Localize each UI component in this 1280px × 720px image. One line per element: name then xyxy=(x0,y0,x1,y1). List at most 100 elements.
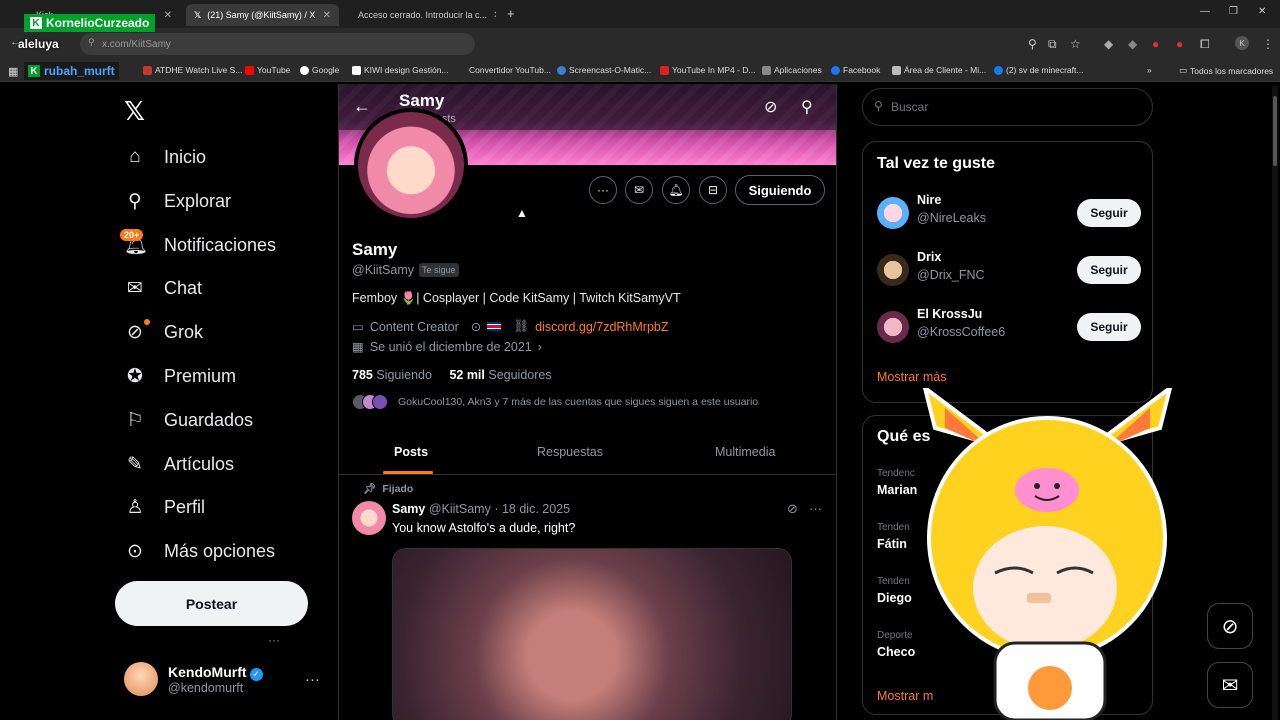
trend-item[interactable]: Tendenc Marian xyxy=(877,468,917,497)
trend-item[interactable]: Tenden Fátin xyxy=(877,522,910,551)
nav-item-chat[interactable]: ✉ Chat xyxy=(124,272,202,304)
vtuber-hat-face xyxy=(1015,468,1079,512)
suggestion-row[interactable]: Nire @NireLeaks Seguir xyxy=(877,193,1141,233)
x-logo-icon[interactable]: 𝕏 xyxy=(124,96,145,127)
minimize-icon[interactable]: — xyxy=(1200,6,1210,17)
grok-floating-button[interactable]: ⊘ xyxy=(1207,603,1253,649)
scrollbar-thumb[interactable] xyxy=(1273,96,1277,166)
profile-avatar[interactable] xyxy=(354,108,468,222)
suggestions-title: Tal vez te guste xyxy=(877,155,995,172)
apps-grid-icon[interactable]: ▦ xyxy=(8,65,18,78)
search-icon[interactable]: ⚲ xyxy=(801,97,813,117)
back-arrow-icon[interactable]: ← xyxy=(353,96,371,117)
bookmark-item[interactable]: YouTube xyxy=(245,65,290,75)
messages-floating-button[interactable]: ✉ xyxy=(1207,662,1253,708)
mail-icon: ✉ xyxy=(127,277,143,299)
account-handle: @kendomurft xyxy=(168,680,244,695)
avatar[interactable]: K xyxy=(1235,36,1249,50)
menu-icon[interactable]: ⋮ xyxy=(1262,37,1274,51)
search-input[interactable]: ⚲ Buscar xyxy=(862,88,1153,126)
post-image[interactable] xyxy=(392,548,792,720)
follow-button[interactable]: Seguir xyxy=(1077,199,1141,227)
following-button[interactable]: Siguiendo xyxy=(735,175,825,205)
nav-item-grok[interactable]: ⊘ Grok xyxy=(124,316,203,348)
nav-item-premium[interactable]: ✪ Premium xyxy=(124,360,236,392)
nav-item-mas-opciones[interactable]: ⊙ Más opciones xyxy=(124,535,275,567)
grok-icon[interactable]: ⊘ xyxy=(764,97,777,117)
more-options-icon[interactable]: ··· xyxy=(305,671,320,688)
bookmark-item[interactable]: Convertidor YouTub... xyxy=(457,65,551,75)
puzzle-icon[interactable]: ⧠ xyxy=(1200,37,1210,52)
profile-handle-row: @KiitSamy Te sigue xyxy=(352,263,459,277)
new-tab-icon[interactable]: + xyxy=(507,6,515,21)
tab-multimedia[interactable]: Multimedia xyxy=(715,445,775,459)
chevron-right-icon[interactable]: » xyxy=(1147,65,1152,75)
trend-item[interactable]: Tenden Diego xyxy=(877,576,912,605)
suggestion-row[interactable]: El KrossJu @KrossCoffee6 Seguir xyxy=(877,307,1141,347)
tab-posts[interactable]: Posts xyxy=(394,445,428,459)
close-icon[interactable]: ✕ xyxy=(164,10,172,21)
post-author[interactable]: Samy xyxy=(392,502,425,516)
extension-icon[interactable]: ● xyxy=(1152,37,1159,51)
more-icon[interactable]: ··· xyxy=(268,633,280,647)
all-bookmarks[interactable]: ▭ Todos los marcadores xyxy=(1179,65,1273,76)
restore-icon[interactable]: ❐ xyxy=(1229,6,1238,17)
bookmark-item[interactable]: KIWI design Gestión... xyxy=(352,65,449,75)
show-more-link[interactable]: Mostrar más xyxy=(877,370,946,384)
vtuber-hat-eye-right xyxy=(1054,483,1060,489)
bookmark-item[interactable]: Screencast-O-Matic... xyxy=(557,65,651,75)
nav-item-explorar[interactable]: ⚲ Explorar xyxy=(124,185,231,217)
following-stat[interactable]: 785 Siguiendo xyxy=(352,368,432,382)
post-date[interactable]: 18 dic. 2025 xyxy=(502,502,570,516)
bookmark-item[interactable]: ATDHE Watch Live S... xyxy=(143,65,242,75)
follow-button[interactable]: Seguir xyxy=(1077,256,1141,284)
nav-item-guardados[interactable]: ⚐ Guardados xyxy=(124,404,253,436)
bookmark-item[interactable]: Google xyxy=(300,65,339,75)
known-followers[interactable]: GokuCool130, Akn3 y 7 más de las cuentas… xyxy=(352,394,758,410)
nav-item-inicio[interactable]: ⌂ Inicio xyxy=(124,141,206,173)
nav-item-perfil[interactable]: ♙ Perfil xyxy=(124,491,205,523)
profile-link[interactable]: discord.gg/7zdRhMrpbZ xyxy=(535,320,668,334)
close-icon[interactable]: ✕ xyxy=(323,10,331,21)
grok-icon[interactable]: ⊘ xyxy=(787,501,798,517)
shop-button[interactable]: ⊟ xyxy=(699,176,727,204)
extension-icon[interactable]: ◆ xyxy=(1128,37,1137,51)
suggestion-row[interactable]: Drix @Drix_FNC Seguir xyxy=(877,250,1141,290)
avatar[interactable] xyxy=(352,501,386,535)
window-close-icon[interactable]: ✕ xyxy=(1258,6,1266,17)
star-icon[interactable]: ☆ xyxy=(1070,37,1081,51)
suggestion-handle: @NireLeaks xyxy=(917,211,986,225)
bookmark-item[interactable]: (2) sv de minecraft... xyxy=(994,65,1083,75)
chevron-right-icon[interactable]: › xyxy=(538,340,542,354)
bookmark-item[interactable]: YouTube In MP4 - D... xyxy=(660,65,755,75)
more-actions-button[interactable]: ··· xyxy=(589,176,617,204)
url-text: x.com/KiitSamy xyxy=(102,38,171,50)
followers-stat[interactable]: 52 mil Seguidores xyxy=(449,368,551,382)
nav-item-articulos[interactable]: ✎ Artículos xyxy=(124,448,234,480)
browser-tab-acceso[interactable]: Acceso cerrado. Introducir la c... ✕ xyxy=(344,4,496,26)
url-field[interactable]: ⚲ x.com/KiitSamy xyxy=(80,33,475,55)
more-icon[interactable]: ··· xyxy=(809,501,822,516)
extension-icon[interactable]: ◆ xyxy=(1104,37,1113,51)
trend-item[interactable]: Deporte Checo xyxy=(877,630,915,659)
follow-button[interactable]: Seguir xyxy=(1077,313,1141,341)
bookmark-item[interactable]: Aplicaciones xyxy=(762,65,822,75)
bookmark-item[interactable]: Área de Cliente - Mi... xyxy=(892,65,986,75)
nav-item-notificaciones[interactable]: 🔔︎ Notificaciones xyxy=(124,229,276,261)
install-icon[interactable]: ⧉ xyxy=(1048,37,1057,52)
bookmark-favicon-icon xyxy=(245,65,254,75)
extension-icon[interactable]: ● xyxy=(1176,37,1183,51)
browser-tab-x-profile[interactable]: 𝕏 (21) Samy (@KiitSamy) / X ✕ xyxy=(186,4,339,26)
page-scrollbar[interactable] xyxy=(1272,86,1278,720)
message-button[interactable]: ✉ xyxy=(625,176,653,204)
stream-overlay-text: aleluya xyxy=(18,37,59,51)
post-button[interactable]: Postear xyxy=(115,581,308,626)
bookmark-item[interactable]: Facebook xyxy=(831,65,880,75)
calendar-icon: ▦ xyxy=(352,340,364,354)
site-info-icon[interactable]: ⚲ xyxy=(88,37,95,48)
account-switcher[interactable]: KendoMurft ✓ @kendomurft xyxy=(124,662,263,696)
notify-button[interactable]: 🔔︎ xyxy=(662,176,690,204)
zoom-icon[interactable]: ⚲ xyxy=(1028,37,1037,51)
close-icon[interactable]: ✕ xyxy=(493,10,496,21)
tab-respuestas[interactable]: Respuestas xyxy=(537,445,603,459)
